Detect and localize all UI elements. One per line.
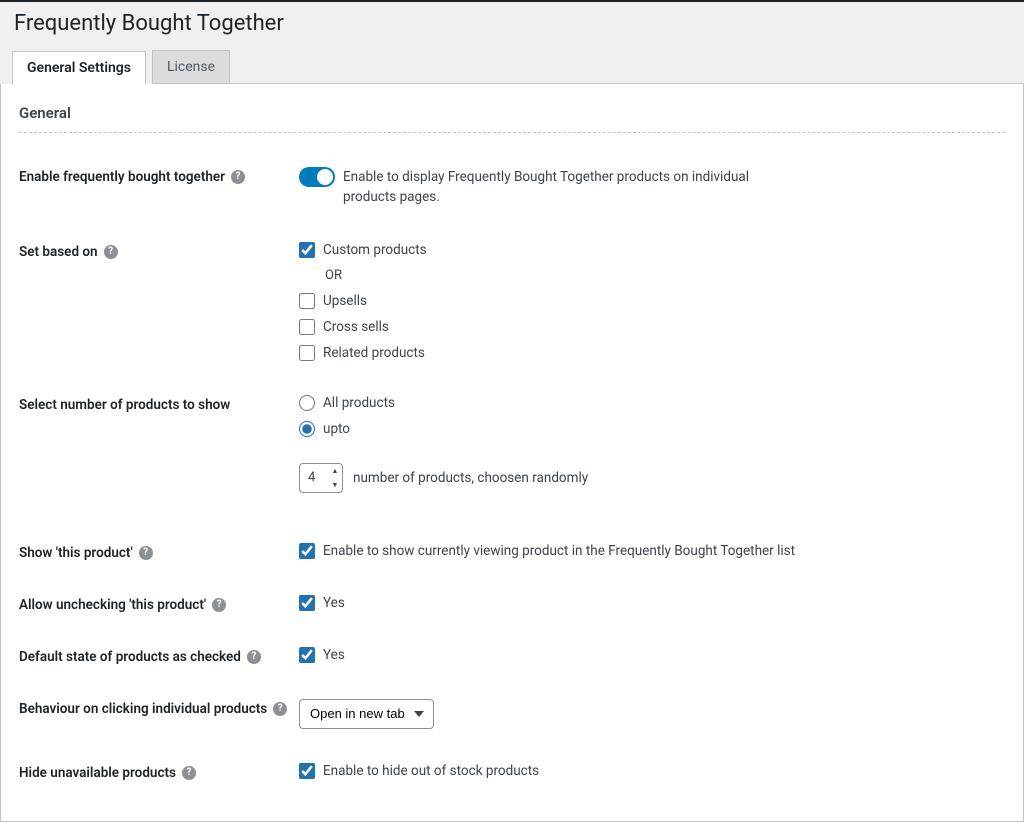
label-num-products: Select number of products to show (19, 395, 299, 413)
label-text: Enable frequently bought together (19, 169, 225, 185)
tab-divider (230, 83, 1024, 84)
opt-yes: Yes (323, 647, 345, 663)
help-icon[interactable]: ? (273, 702, 287, 716)
label-default-checked: Default state of products as checked ? (19, 647, 299, 665)
section-heading: General (19, 104, 1005, 122)
quantity-stepper[interactable]: 4 ▲ ▼ (299, 463, 343, 493)
row-default-checked: Default state of products as checked ? Y… (19, 647, 1005, 665)
help-icon[interactable]: ? (212, 598, 226, 612)
tab-general-settings[interactable]: General Settings (12, 51, 146, 85)
desc-hide-unavailable: Enable to hide out of stock products (323, 763, 539, 779)
help-icon[interactable]: ? (104, 245, 118, 259)
checkbox-default-checked[interactable] (299, 647, 315, 663)
toggle-enable-fbt[interactable] (299, 167, 335, 187)
label-text: Select number of products to show (19, 397, 230, 413)
quantity-value: 4 (300, 464, 328, 492)
desc-enable-fbt: Enable to display Frequently Bought Toge… (343, 167, 803, 208)
desc-show-this-product: Enable to show currently viewing product… (323, 543, 795, 559)
checkbox-allow-unchecking[interactable] (299, 595, 315, 611)
select-behaviour[interactable]: Open in new tab (299, 699, 434, 729)
checkbox-hide-unavailable[interactable] (299, 763, 315, 779)
num-products-suffix: number of products, choosen randomly (353, 470, 588, 486)
opt-yes: Yes (323, 595, 345, 611)
radio-upto[interactable] (299, 421, 315, 437)
help-icon[interactable]: ? (231, 170, 245, 184)
opt-all-products: All products (323, 395, 395, 411)
row-hide-unavailable: Hide unavailable products ? Enable to hi… (19, 763, 1005, 781)
opt-custom-products: Custom products (323, 242, 427, 258)
help-icon[interactable]: ? (139, 546, 153, 560)
checkbox-cross-sells[interactable] (299, 319, 315, 335)
or-text: OR (325, 268, 1005, 283)
settings-panel: General Enable frequently bought togethe… (0, 84, 1024, 822)
row-num-products: Select number of products to show All pr… (19, 395, 1005, 493)
checkbox-custom-products[interactable] (299, 242, 315, 258)
opt-upsells: Upsells (323, 293, 367, 309)
help-icon[interactable]: ? (182, 766, 196, 780)
label-show-this-product: Show 'this product' ? (19, 543, 299, 561)
opt-upto: upto (323, 421, 350, 437)
label-hide-unavailable: Hide unavailable products ? (19, 763, 299, 781)
label-allow-unchecking: Allow unchecking 'this product' ? (19, 595, 299, 613)
label-text: Set based on (19, 244, 98, 260)
checkbox-show-this-product[interactable] (299, 543, 315, 559)
row-show-this-product: Show 'this product' ? Enable to show cur… (19, 543, 1005, 561)
row-behaviour-click: Behaviour on clicking individual product… (19, 699, 1005, 729)
row-set-based-on: Set based on ? Custom products OR Upsell… (19, 242, 1005, 361)
row-enable-fbt: Enable frequently bought together ? Enab… (19, 167, 1005, 208)
chevron-up-icon[interactable]: ▲ (328, 464, 342, 478)
chevron-down-icon[interactable]: ▼ (328, 478, 342, 492)
help-icon[interactable]: ? (247, 650, 261, 664)
checkbox-related-products[interactable] (299, 345, 315, 361)
opt-related-products: Related products (323, 345, 425, 361)
label-behaviour-click: Behaviour on clicking individual product… (19, 699, 299, 717)
label-text: Show 'this product' (19, 545, 133, 561)
label-text: Allow unchecking 'this product' (19, 597, 206, 613)
section-separator (19, 132, 1005, 133)
tab-license[interactable]: License (152, 50, 230, 84)
label-set-based-on: Set based on ? (19, 242, 299, 260)
checkbox-upsells[interactable] (299, 293, 315, 309)
label-text: Behaviour on clicking individual product… (19, 701, 267, 717)
label-enable-fbt: Enable frequently bought together ? (19, 167, 299, 185)
row-allow-unchecking: Allow unchecking 'this product' ? Yes (19, 595, 1005, 613)
label-text: Hide unavailable products (19, 765, 176, 781)
radio-all-products[interactable] (299, 395, 315, 411)
opt-cross-sells: Cross sells (323, 319, 389, 335)
page-title: Frequently Bought Together (14, 11, 1024, 36)
label-text: Default state of products as checked (19, 649, 241, 665)
tabs: General Settings License (6, 50, 1024, 84)
